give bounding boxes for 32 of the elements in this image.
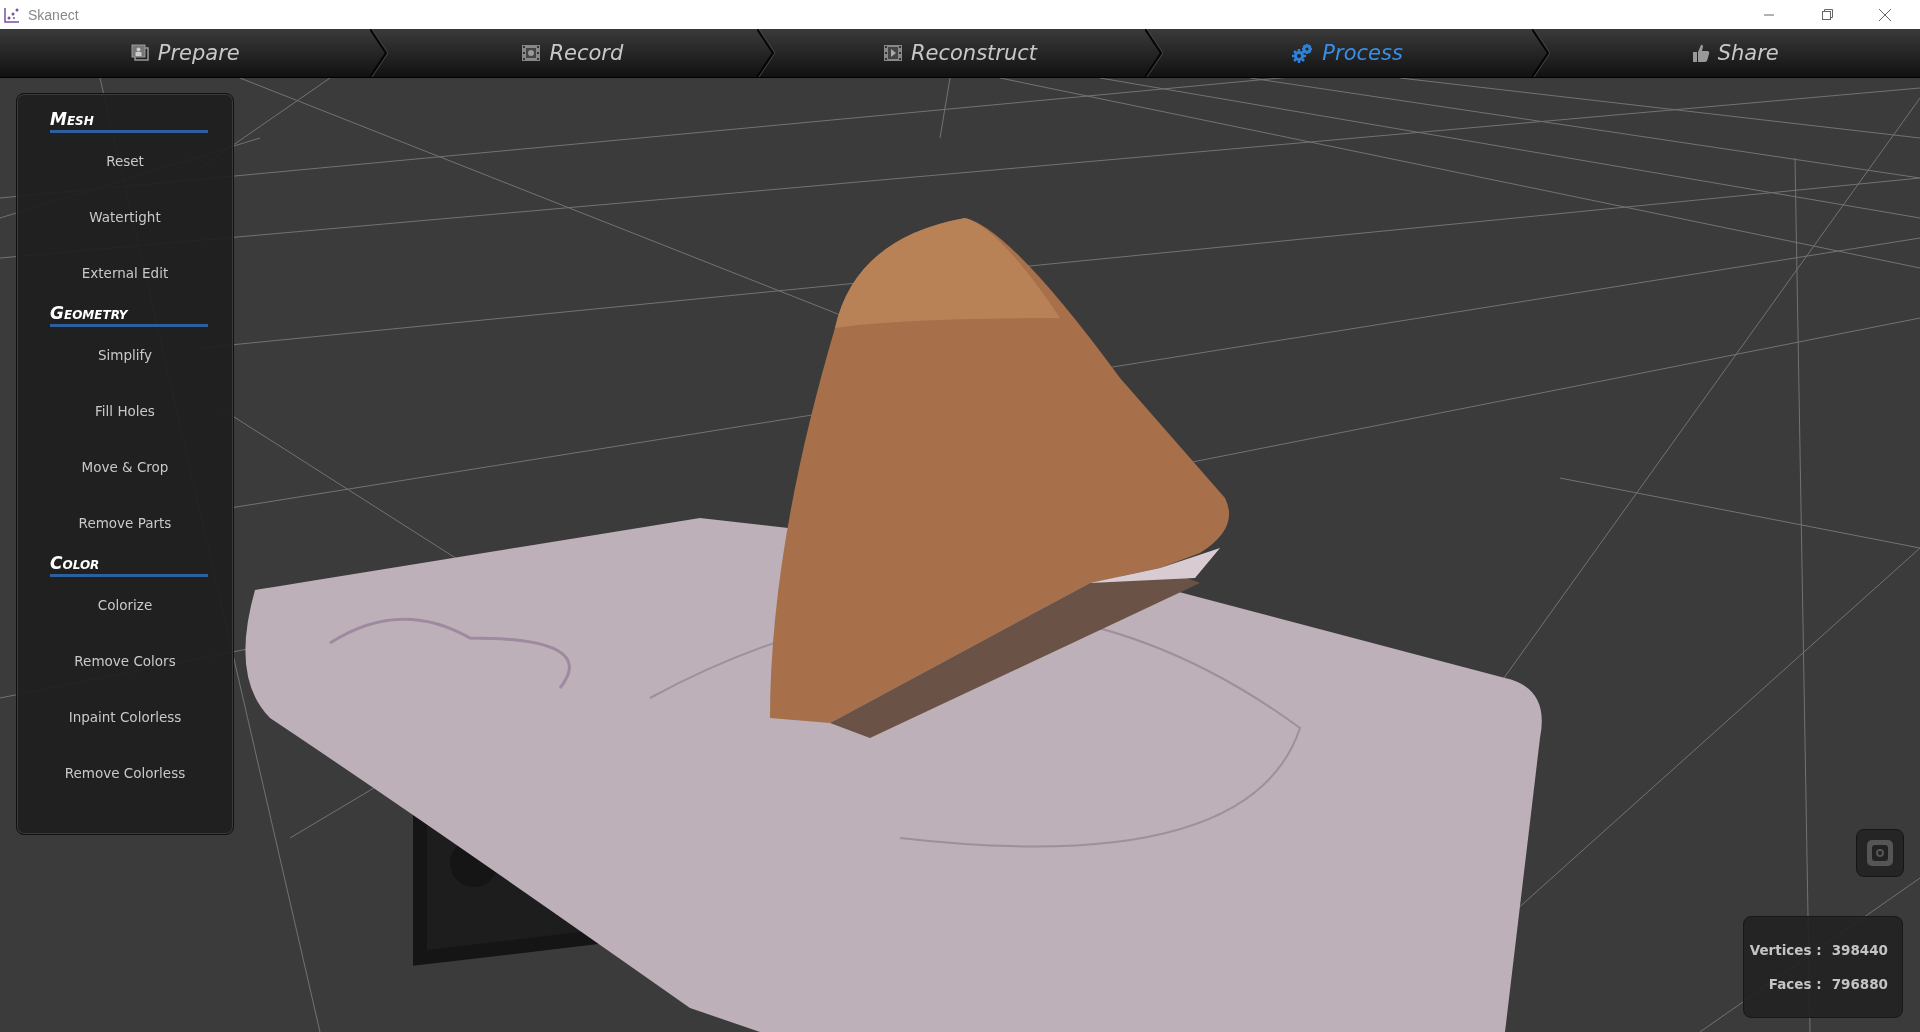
app-logo-icon <box>4 6 20 23</box>
menu-item[interactable]: Remove Parts <box>17 495 233 551</box>
film-play-icon <box>882 44 903 62</box>
camera-icon <box>1865 838 1895 868</box>
film-icon <box>521 44 542 62</box>
tab[interactable]: Process <box>1162 29 1533 77</box>
menu-item[interactable]: Remove Colorless <box>17 745 233 801</box>
section-heading: Mesh <box>50 110 208 133</box>
gears-icon <box>1292 43 1315 63</box>
window-title: Skanect <box>28 6 80 23</box>
tab[interactable]: Reconstruct <box>775 29 1145 77</box>
section-heading: Color <box>50 554 208 577</box>
stat-label: Faces : <box>1767 976 1822 992</box>
menu-item[interactable]: External Edit <box>17 245 233 301</box>
menu-item[interactable]: Inpaint Colorless <box>17 689 233 745</box>
section-heading: Geometry <box>50 304 208 327</box>
menu-item[interactable]: Remove Colors <box>17 633 233 689</box>
tab[interactable]: Record <box>387 29 758 77</box>
photos-icon <box>129 43 150 63</box>
camera-button[interactable] <box>1856 829 1904 877</box>
menu-item[interactable]: Watertight <box>17 189 233 245</box>
menu-item[interactable]: Colorize <box>17 577 233 633</box>
menu-item[interactable]: Move & Crop <box>17 439 233 495</box>
menu-item[interactable]: Simplify <box>17 327 233 383</box>
stat-label: Vertices : <box>1749 942 1822 958</box>
stat-value: 796880 <box>1831 976 1888 992</box>
menu-item[interactable]: Reset <box>17 133 233 189</box>
stat-value: 398440 <box>1831 942 1888 958</box>
thumbs-up-icon <box>1691 43 1710 63</box>
menu-item[interactable]: Fill Holes <box>17 383 233 439</box>
tab[interactable]: Prepare <box>0 29 370 77</box>
tab[interactable]: Share <box>1550 29 1920 77</box>
